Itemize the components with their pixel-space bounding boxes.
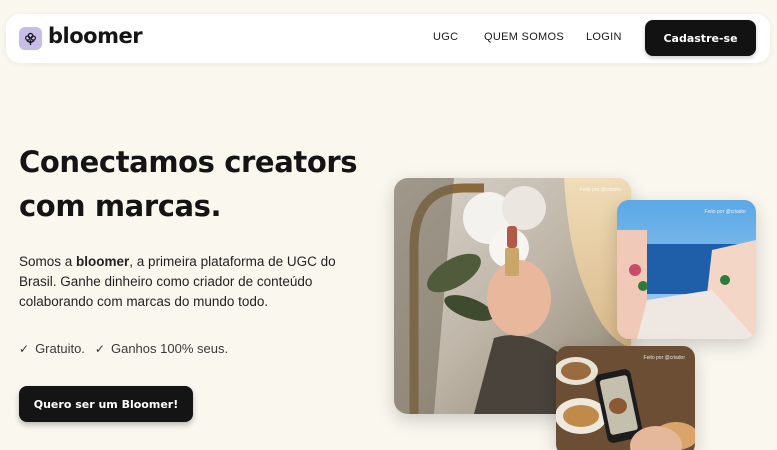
image-tag: Feito por @criador (643, 355, 685, 361)
nav-link-quem-somos[interactable]: QUEM SOMOS (484, 31, 564, 43)
feature-label: Ganhos 100% seus. (110, 341, 229, 356)
signup-button[interactable]: Cadastre-se (645, 20, 756, 56)
image-tag: Feito por @criador (579, 187, 621, 193)
nav-link-login[interactable]: LOGIN (586, 31, 622, 43)
hero-title-line-2: com marcas. (19, 189, 222, 223)
feature-item-free: ✓ Gratuito. (19, 341, 85, 356)
nav-link-ugc[interactable]: UGC (433, 31, 458, 43)
check-icon: ✓ (94, 341, 105, 356)
santorini-photo: Feito por @criador (617, 200, 756, 339)
logo-wordmark[interactable]: bloomer (48, 24, 143, 48)
feature-label: Gratuito. (35, 341, 85, 356)
feature-list: ✓ Gratuito. ✓ Ganhos 100% seus. (19, 341, 228, 356)
food-photo: Feito por @criador (556, 346, 695, 450)
hero-desc-brand: bloomer (76, 254, 130, 269)
hero-desc-pre: Somos a (19, 254, 77, 269)
image-tag: Feito por @criador (704, 209, 746, 215)
hero-title-line-1: Conectamos creators (19, 145, 358, 179)
become-bloomer-button[interactable]: Quero ser um Bloomer! (19, 386, 193, 422)
check-icon: ✓ (19, 341, 30, 356)
feature-item-earnings: ✓ Ganhos 100% seus. (95, 341, 228, 356)
top-navbar: bloomer UGC QUEM SOMOS LOGIN Cadastre-se (6, 14, 770, 63)
logo-flower-icon[interactable] (19, 27, 42, 50)
hero-description: Somos a bloomer, a primeira plataforma d… (19, 252, 349, 312)
hero-title: Conectamos creators com marcas. (19, 140, 379, 228)
